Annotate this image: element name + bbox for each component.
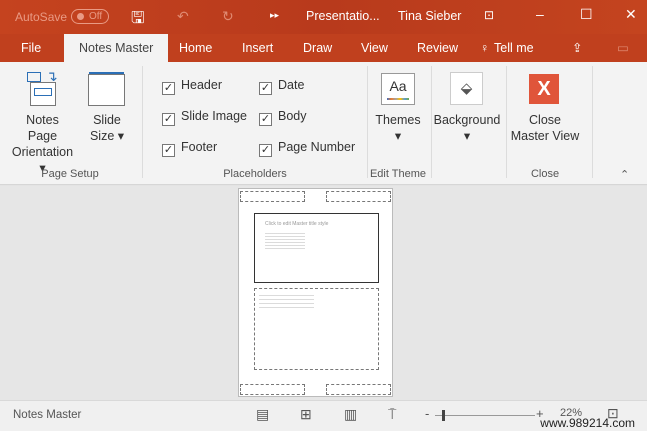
background-label: Background	[433, 113, 501, 127]
normal-view-icon[interactable]: ▤	[256, 406, 269, 423]
slide-body-lines	[265, 231, 305, 251]
body-text-lines	[259, 292, 314, 310]
divider	[142, 66, 143, 178]
ribbon: ↴ Notes Page Orientation ▾ Slide Size ▾ Pa…	[0, 62, 647, 185]
checkbox-label: Header	[181, 78, 222, 92]
themes-icon-text: Aa	[389, 78, 407, 94]
date-checkbox[interactable]: ✓ Date	[259, 78, 304, 95]
zoom-slider[interactable]	[435, 410, 535, 421]
slide-size-label: Slide	[93, 113, 121, 127]
check-icon: ✓	[162, 82, 175, 95]
slide-size-button[interactable]: Slide Size ▾	[85, 112, 129, 144]
close-master-icon[interactable]: X	[529, 74, 559, 104]
themes-icon[interactable]: Aa	[381, 73, 415, 105]
background-button[interactable]: Background ▾	[433, 112, 501, 144]
slide-image-placeholder[interactable]: Click to edit Master title style	[254, 213, 379, 283]
checkbox-label: Page Number	[278, 140, 356, 154]
undo-icon[interactable]: ↶	[177, 8, 189, 25]
group-edit-theme: Edit Theme	[369, 168, 427, 180]
check-icon: ✓	[162, 113, 175, 126]
more-icon[interactable]: ▸▸	[270, 10, 279, 21]
themes-label: Themes	[375, 113, 421, 127]
divider	[431, 66, 432, 178]
body-placeholder[interactable]	[254, 288, 379, 370]
header-placeholder[interactable]	[240, 191, 305, 202]
zoom-out-icon[interactable]: -	[425, 406, 429, 421]
footer-checkbox[interactable]: ✓ Footer	[162, 140, 217, 157]
checkbox-label: Footer	[181, 140, 218, 154]
maximize-icon[interactable]: ☐	[580, 6, 593, 23]
checkbox-label: Body	[278, 109, 307, 123]
ribbon-display-icon[interactable]: ⊡	[484, 8, 494, 22]
save-icon[interactable]: 🖫	[131, 7, 145, 34]
share-icon[interactable]: ⇪	[572, 34, 582, 62]
slide-size-icon[interactable]	[88, 74, 125, 106]
slide-sorter-icon[interactable]: ⊞	[300, 406, 312, 423]
page-number-checkbox[interactable]: ✓ Page Number	[259, 140, 355, 157]
themes-button[interactable]: Themes ▾	[370, 112, 426, 144]
watermark: www.989214.com	[540, 416, 635, 430]
user-name[interactable]: Tina Sieber	[398, 9, 461, 23]
check-icon: ✓	[162, 144, 175, 157]
orientation-label-2: Orientation	[11, 145, 74, 159]
notes-page-orientation-button[interactable]: Notes Page Orientation ▾	[10, 112, 75, 176]
close-window-icon[interactable]: ✕	[625, 6, 637, 23]
check-icon: ✓	[259, 144, 272, 157]
canvas: Click to edit Master title style	[0, 186, 647, 400]
divider	[367, 66, 368, 178]
slideshow-icon[interactable]: ⍑	[388, 406, 396, 423]
tab-notes-master[interactable]: Notes Master	[64, 34, 169, 62]
status-bar: Notes Master ▤ ⊞ ▥ ⍑ - + 22% ⊡ www.98921…	[0, 400, 647, 431]
tab-review[interactable]: Review	[417, 34, 458, 62]
minimize-icon[interactable]: –	[536, 6, 544, 22]
notes-master-page[interactable]: Click to edit Master title style	[238, 188, 393, 397]
tab-view[interactable]: View	[361, 34, 388, 62]
background-icon[interactable]: ⬙	[450, 72, 483, 105]
checkbox-label: Date	[278, 78, 305, 92]
slide-size-label-2: Size	[89, 129, 115, 143]
autosave-label: AutoSave	[15, 10, 68, 24]
title-bar: AutoSave Off 🖫 ↶ ↻ ▸▸ Presentatio... Tin…	[0, 0, 647, 34]
close-label-2: Master View	[510, 129, 580, 143]
group-placeholders: Placeholders	[223, 168, 287, 180]
autosave-toggle[interactable]: Off	[71, 9, 109, 24]
header-checkbox[interactable]: ✓ Header	[162, 78, 222, 95]
slide-image-checkbox[interactable]: ✓ Slide Image	[162, 109, 247, 126]
footer-placeholder[interactable]	[240, 384, 305, 395]
tab-draw[interactable]: Draw	[303, 34, 332, 62]
group-close: Close	[530, 168, 560, 180]
tab-home[interactable]: Home	[179, 34, 212, 62]
ribbon-tabs: File Notes Master Home Insert Draw View …	[0, 34, 647, 62]
comments-icon[interactable]: ▭	[617, 34, 629, 62]
group-page-setup: Page Setup	[41, 168, 99, 180]
close-label: Close	[529, 113, 561, 127]
tab-file[interactable]: File	[21, 34, 41, 62]
view-name: Notes Master	[13, 409, 82, 421]
page-number-placeholder[interactable]	[326, 384, 391, 395]
redo-icon[interactable]: ↻	[222, 8, 234, 25]
document-title: Presentatio...	[306, 9, 380, 23]
check-icon: ✓	[259, 113, 272, 126]
check-icon: ✓	[259, 82, 272, 95]
slide-title-text: Click to edit Master title style	[265, 221, 329, 227]
reading-view-icon[interactable]: ▥	[344, 406, 357, 423]
tell-me-icon: ♀	[480, 41, 490, 55]
checkbox-label: Slide Image	[181, 109, 248, 123]
date-placeholder[interactable]	[326, 191, 391, 202]
tab-tell-me[interactable]: Tell me	[494, 34, 534, 62]
body-checkbox[interactable]: ✓ Body	[259, 109, 307, 126]
close-master-view-button[interactable]: Close Master View	[507, 112, 583, 144]
tab-insert[interactable]: Insert	[242, 34, 273, 62]
divider	[592, 66, 593, 178]
notes-page-orientation-icon[interactable]: ↴	[24, 68, 60, 108]
orientation-label: Notes Page	[26, 113, 59, 143]
zoom-slider-thumb[interactable]	[441, 410, 445, 421]
collapse-ribbon-icon[interactable]: ⌃	[620, 168, 629, 181]
